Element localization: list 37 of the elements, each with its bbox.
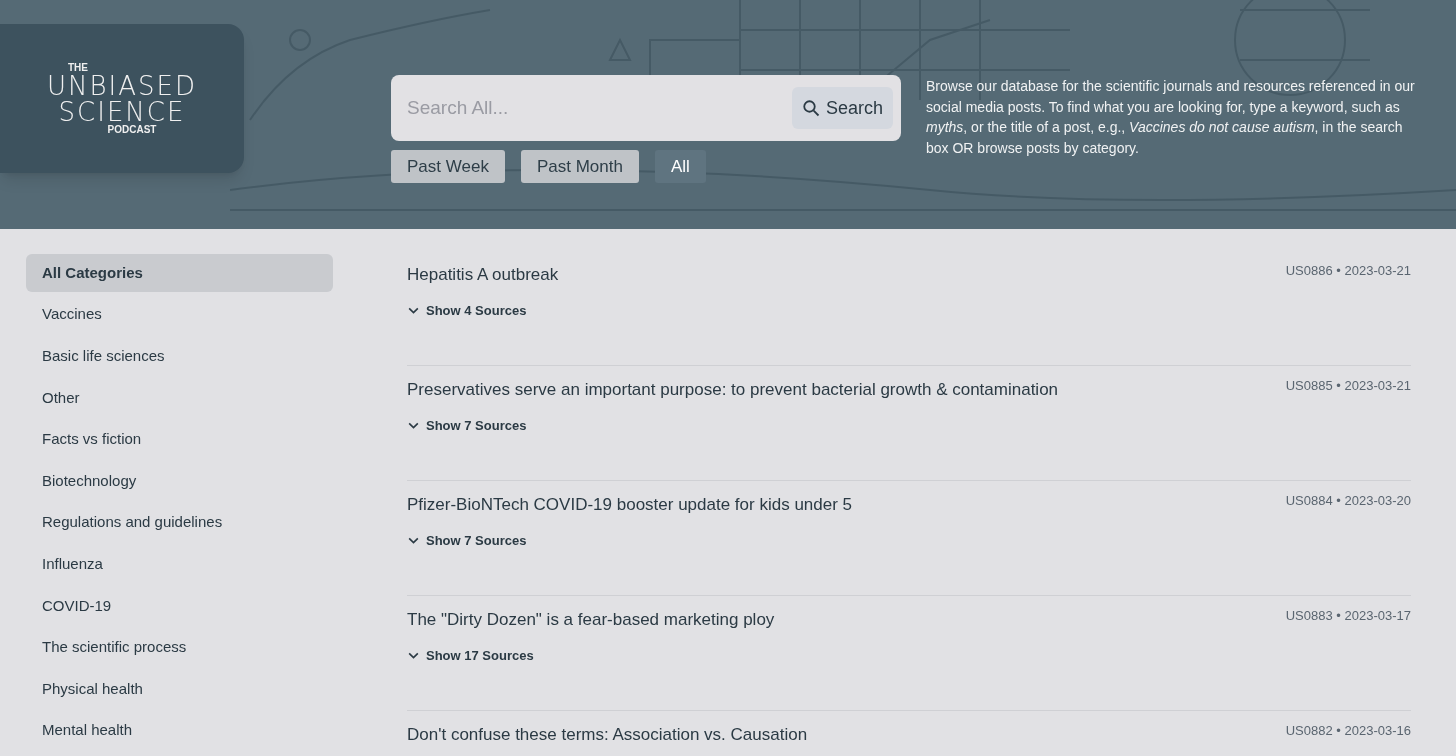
category-item[interactable]: COVID-19: [26, 586, 333, 625]
description-text: Browse our database for the scientific journals and resources referenced in our social media posts. To find what you are looking for, type a keyword, such as myths, or the title of a post, e.g., Vaccines do not cause autism, in the search box OR browse posts by category.: [926, 77, 1416, 158]
category-item[interactable]: The scientific process: [26, 628, 333, 667]
logo-text: UNBIASED: [47, 72, 197, 99]
category-item[interactable]: Vaccines: [26, 295, 333, 334]
filter-tab[interactable]: All: [654, 150, 706, 183]
post-meta: US0882 • 2023-03-16: [1285, 722, 1411, 740]
category-item[interactable]: Regulations and guidelines: [26, 503, 333, 542]
post-meta: US0885 • 2023-03-21: [1285, 377, 1411, 395]
search-icon: [801, 99, 820, 117]
show-sources-toggle[interactable]: Show 4 Sources: [407, 301, 527, 321]
show-sources-toggle[interactable]: Show 7 Sources: [407, 416, 527, 436]
category-item[interactable]: Influenza: [26, 545, 333, 584]
post-title[interactable]: Preservatives serve an important purpose: to prevent bacterial growth & contamination: [407, 378, 1059, 402]
search-field[interactable]: Search All... Search: [391, 75, 901, 141]
category-item[interactable]: Facts vs fiction: [26, 420, 333, 459]
show-sources-toggle[interactable]: Show 7 Sources: [407, 531, 527, 551]
category-item[interactable]: Other: [26, 378, 333, 417]
category-item[interactable]: All Categories: [26, 254, 333, 292]
logo-text: PODCAST: [107, 124, 157, 135]
category-item[interactable]: Biotechnology: [26, 461, 333, 500]
category-item[interactable]: Basic life sciences: [26, 337, 333, 376]
post-title[interactable]: Hepatitis A outbreak: [407, 263, 559, 287]
post-meta: US0886 • 2023-03-21: [1285, 262, 1411, 280]
category-item[interactable]: Physical health: [26, 669, 333, 708]
post-title[interactable]: Pfizer-BioNTech COVID-19 booster update for kids under 5: [407, 493, 853, 517]
logo-text: SCIENCE: [58, 98, 186, 125]
category-item[interactable]: Mental health: [26, 711, 333, 750]
filter-tab[interactable]: Past Week: [391, 150, 505, 183]
post-meta: US0883 • 2023-03-17: [1285, 607, 1411, 625]
post-title[interactable]: Don't confuse these terms: Association vs. Causation: [407, 723, 808, 747]
filter-tab[interactable]: Past Month: [520, 150, 639, 183]
post-meta: US0884 • 2023-03-20: [1285, 492, 1411, 510]
search-button[interactable]: Search: [791, 87, 893, 129]
logo-text: THE: [68, 62, 88, 73]
post-title[interactable]: The "Dirty Dozen" is a fear-based marketing ploy: [407, 608, 775, 632]
show-sources-toggle[interactable]: Show 17 Sources: [407, 646, 534, 666]
